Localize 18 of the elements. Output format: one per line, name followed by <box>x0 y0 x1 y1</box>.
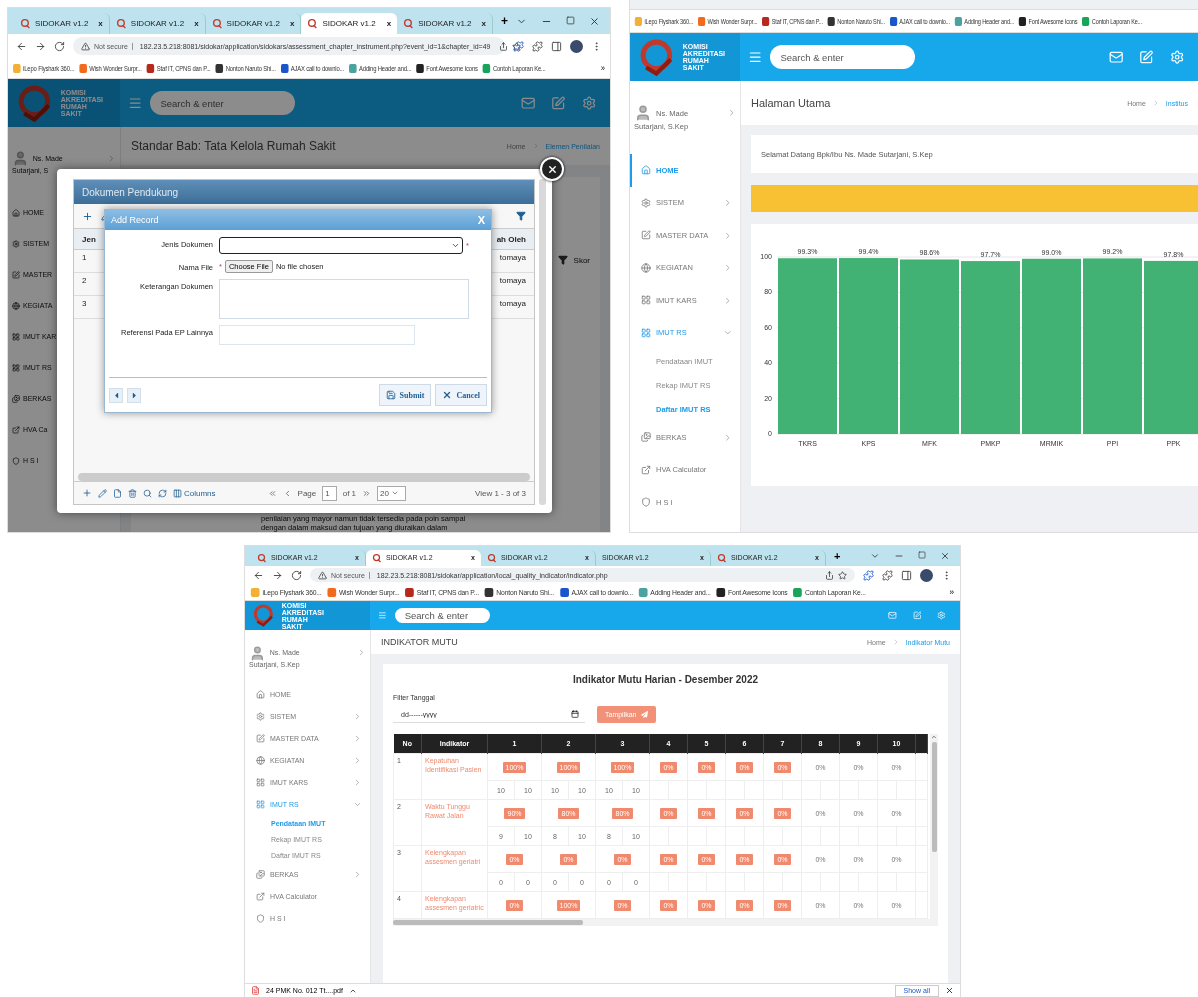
table-cell: 2 <box>82 276 87 285</box>
dialog-title: Add Record <box>111 215 159 225</box>
grid-title: Dokumen Pendukung <box>74 180 534 204</box>
column-header: Jen <box>82 234 97 244</box>
page-title: INDIKATOR MUTU <box>381 637 458 647</box>
table-cell: 3 <box>82 299 87 308</box>
record-count: View 1 - 3 of 3 <box>475 488 526 498</box>
page-title: Halaman Utama <box>751 97 831 109</box>
column-header: Skor <box>573 255 590 265</box>
table-cell: tomaya <box>499 253 526 262</box>
table-cell: tomaya <box>499 276 526 285</box>
table-cell: 1 <box>82 253 87 262</box>
table-cell: tomaya <box>499 299 526 308</box>
card-title: Indikator Mutu Harian - Desember 2022 <box>571 674 760 685</box>
page-count: of 1 <box>342 488 357 498</box>
page-label: Page <box>297 488 317 498</box>
page-title: Standar Bab: Tata Kelola Rumah Sakit <box>131 139 336 153</box>
column-header: ah Oleh <box>496 234 526 244</box>
